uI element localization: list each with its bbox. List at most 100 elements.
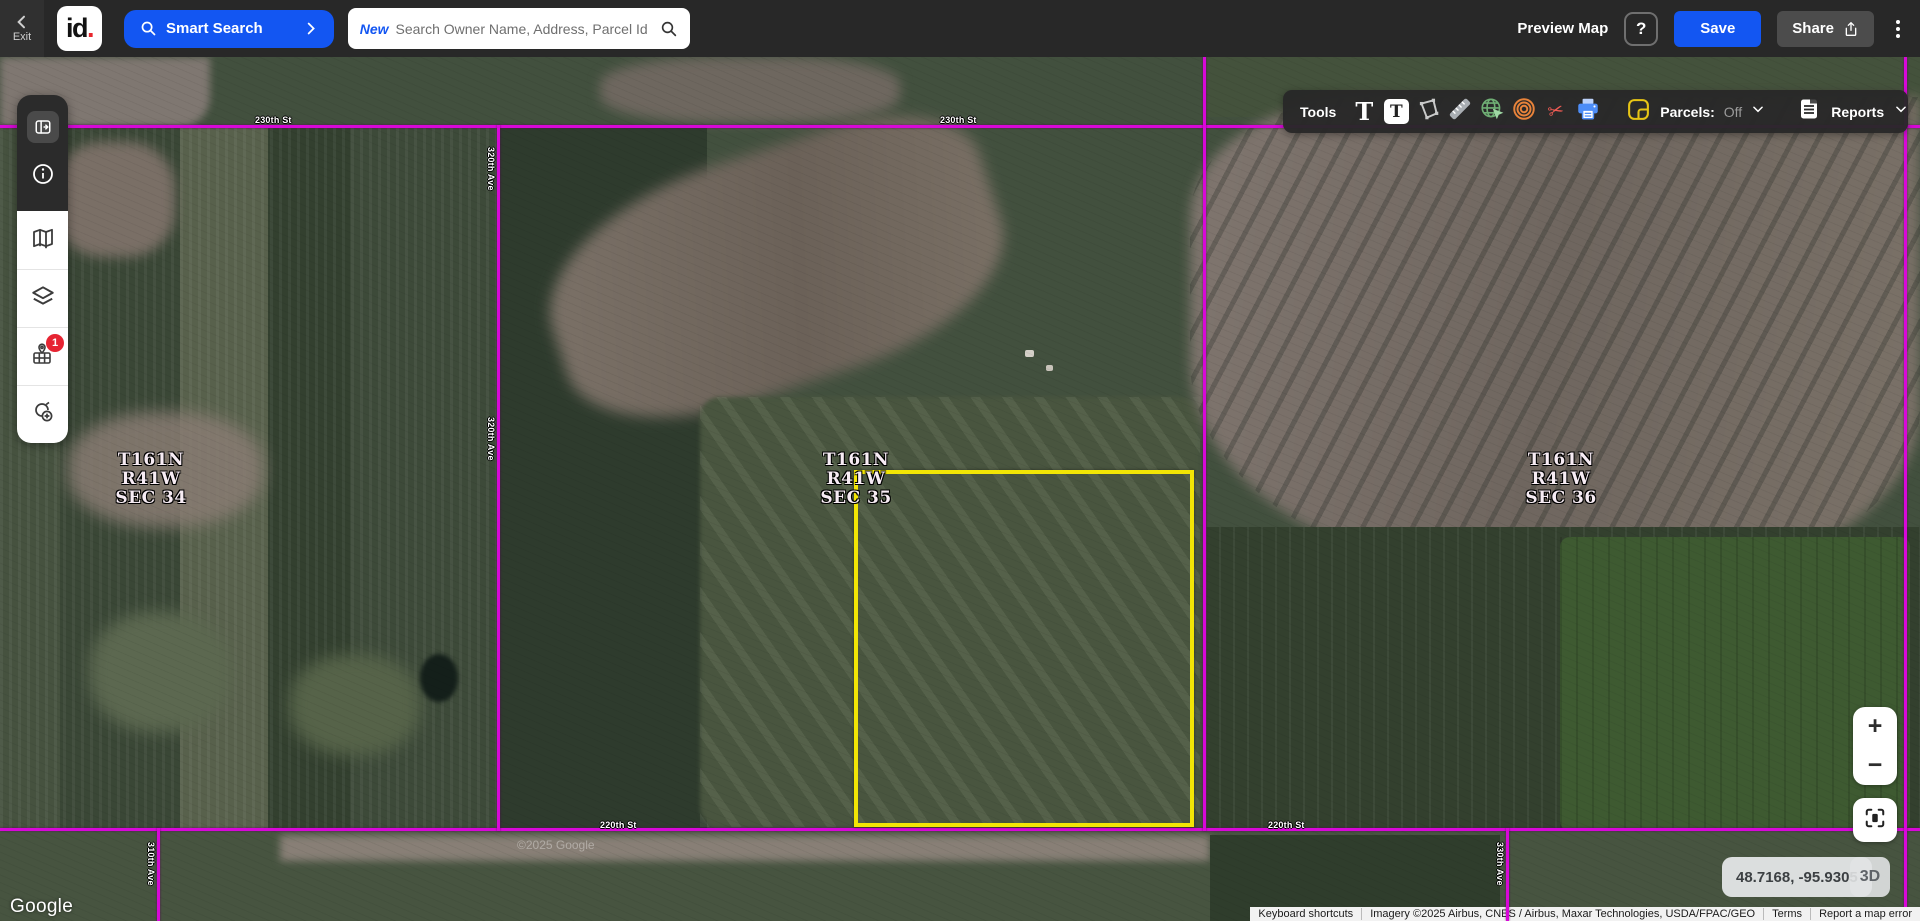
text-tool-button[interactable]: T xyxy=(1348,96,1380,128)
search-icon xyxy=(140,20,157,37)
imagery-attribution: Imagery ©2025 Airbus, CNES / Airbus, Max… xyxy=(1361,908,1763,920)
print-tool-button[interactable] xyxy=(1572,96,1604,128)
section-label-sec34: T161N R41W SEC 34 xyxy=(86,451,216,508)
smart-search-button[interactable]: Smart Search xyxy=(124,10,334,48)
add-pin-button[interactable] xyxy=(17,385,68,443)
layers-button[interactable] xyxy=(17,269,68,327)
exit-button[interactable]: Exit xyxy=(0,0,44,57)
cut-tool-button[interactable]: ✂ xyxy=(1540,96,1572,128)
smart-search-label: Smart Search xyxy=(166,20,263,37)
street-label: 320th Ave xyxy=(486,417,496,461)
section-number: SEC 35 xyxy=(791,489,921,508)
reports-dropdown[interactable]: Reports xyxy=(1797,97,1908,126)
app-logo[interactable]: id. xyxy=(57,6,102,51)
section-label-sec36: T161N R41W SEC 36 xyxy=(1496,451,1626,508)
overflow-menu-button[interactable] xyxy=(1890,16,1906,42)
info-icon xyxy=(31,162,55,191)
keyboard-shortcuts-link[interactable]: Keyboard shortcuts xyxy=(1250,908,1361,920)
chevron-down-icon xyxy=(1894,102,1908,121)
section-label-sec35: T161N R41W SEC 35 xyxy=(791,451,921,508)
new-badge: New xyxy=(360,21,389,37)
share-icon xyxy=(1843,21,1859,37)
save-button[interactable]: Save xyxy=(1674,11,1761,47)
township-range: T161N R41W xyxy=(791,451,921,489)
logo-text: id xyxy=(66,13,87,44)
info-button[interactable] xyxy=(17,151,68,201)
map-canvas[interactable]: T161N R41W SEC 34 T161N R41W SEC 35 T161… xyxy=(0,57,1920,921)
basemap-button[interactable] xyxy=(17,211,68,269)
section-number: SEC 34 xyxy=(86,489,216,508)
map-sidebar: 1 xyxy=(17,95,68,443)
street-label: 320th Ave xyxy=(486,147,496,191)
section-number: SEC 36 xyxy=(1496,489,1626,508)
expand-panel-button[interactable] xyxy=(17,103,68,151)
textbox-tool-button[interactable]: T xyxy=(1380,96,1412,128)
help-button[interactable]: ? xyxy=(1624,12,1658,46)
road-line-320th-ave xyxy=(497,125,500,831)
street-label: 310th Ave xyxy=(146,842,156,886)
search-icon[interactable] xyxy=(660,20,678,38)
road-line-330th-ave xyxy=(1506,828,1509,921)
parcel-pins-button[interactable]: 1 xyxy=(17,327,68,385)
google-logo: Google xyxy=(10,896,73,918)
parcels-icon xyxy=(1626,97,1651,127)
township-range: T161N R41W xyxy=(86,451,216,489)
township-range: T161N R41W xyxy=(1496,451,1626,489)
chevron-right-icon xyxy=(303,21,318,36)
web-map-button[interactable] xyxy=(1476,96,1508,128)
search-field[interactable]: New xyxy=(348,8,690,49)
chevron-down-icon xyxy=(1751,102,1765,121)
section-line xyxy=(1203,57,1206,831)
street-label: 330th Ave xyxy=(1495,842,1505,886)
recenter-button[interactable] xyxy=(1853,798,1897,842)
3d-view-button[interactable]: 3D xyxy=(1850,857,1890,897)
exit-label: Exit xyxy=(13,31,31,43)
street-label: 220th St xyxy=(600,820,637,830)
radius-tool-button[interactable] xyxy=(1508,96,1540,128)
parcels-state: Off xyxy=(1724,104,1742,120)
street-label: 230th St xyxy=(255,115,292,125)
share-button[interactable]: Share xyxy=(1777,11,1874,47)
search-input[interactable] xyxy=(396,21,660,37)
concentric-circles-icon xyxy=(1511,96,1537,127)
preview-map-button[interactable]: Preview Map xyxy=(1517,20,1608,37)
map-tools-toolbar: Tools T T ✂ xyxy=(1283,90,1908,133)
draw-polygon-button[interactable] xyxy=(1412,96,1444,128)
panel-expand-icon xyxy=(27,111,59,143)
selected-parcel-boundary[interactable] xyxy=(854,470,1194,827)
share-label: Share xyxy=(1792,20,1834,37)
top-header: Exit id. Smart Search New Preview Map ? … xyxy=(0,0,1920,57)
street-label: 230th St xyxy=(940,115,977,125)
polygon-icon xyxy=(1415,96,1441,127)
notification-badge: 1 xyxy=(46,334,64,352)
terms-link[interactable]: Terms xyxy=(1763,908,1810,920)
zoom-control: + − xyxy=(1853,707,1897,785)
road-line-310th-ave xyxy=(157,828,160,921)
report-icon xyxy=(1797,97,1821,126)
logo-dot: . xyxy=(87,13,93,44)
textbox-icon: T xyxy=(1384,99,1409,124)
imagery-watermark: ©2025 Google xyxy=(517,838,595,852)
road-line-220th-st xyxy=(0,828,1920,831)
measure-tool-button[interactable] xyxy=(1444,96,1476,128)
chevron-left-icon xyxy=(14,14,30,30)
attribution-bar: Keyboard shortcuts Imagery ©2025 Airbus,… xyxy=(1250,907,1920,921)
report-map-error-link[interactable]: Report a map error xyxy=(1810,908,1920,920)
tools-label: Tools xyxy=(1300,104,1336,120)
street-label: 220th St xyxy=(1268,820,1305,830)
section-line xyxy=(1904,57,1907,921)
scissors-icon: ✂ xyxy=(1546,98,1567,124)
text-icon: T xyxy=(1355,97,1373,126)
parcels-label: Parcels: xyxy=(1660,104,1714,120)
layers-icon xyxy=(30,283,56,314)
zoom-in-button[interactable]: + xyxy=(1853,707,1897,746)
globe-cursor-icon xyxy=(1479,96,1505,127)
zoom-out-button[interactable]: − xyxy=(1853,746,1897,785)
map-icon xyxy=(31,226,55,255)
parcels-toggle[interactable]: Parcels: Off xyxy=(1626,97,1765,127)
add-pin-icon xyxy=(30,399,56,430)
reports-label: Reports xyxy=(1831,104,1884,120)
printer-icon xyxy=(1575,96,1601,127)
ruler-icon xyxy=(1447,96,1473,127)
focus-frame-icon xyxy=(1864,807,1886,834)
